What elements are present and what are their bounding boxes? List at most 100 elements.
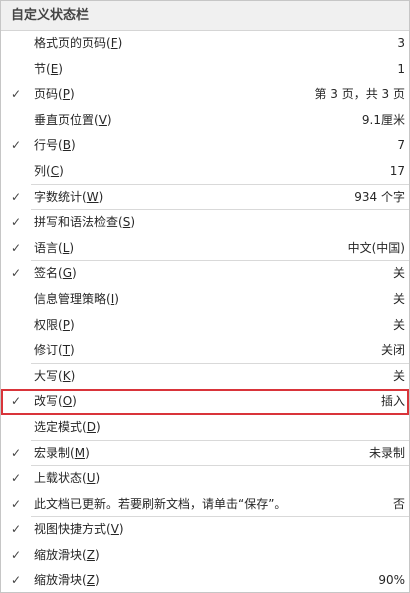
accelerator-key: Z [86, 547, 95, 562]
menu-item-label: 垂直页位置(V) [34, 108, 112, 134]
menu-item-text: 选定模式 [34, 419, 83, 434]
accelerator-paren-close: ) [69, 317, 75, 332]
accelerator-key: Z [86, 573, 95, 588]
accelerator-paren-close: ) [98, 189, 104, 204]
menu-item-label: 选定模式(D) [34, 415, 101, 441]
accelerator-paren-close: ) [72, 394, 77, 409]
accelerator-paren-close: ) [130, 215, 136, 230]
menu-item-label: 视图快捷方式(V) [34, 517, 124, 543]
menu-item-label: 列(C) [34, 159, 64, 185]
checkmark-icon: ✓ [10, 394, 22, 409]
menu-item-text: 格式页的页码 [34, 36, 107, 50]
accelerator-key: B [62, 138, 71, 153]
menu-item-text: 视图快捷方式 [34, 522, 107, 537]
checkmark-icon: ✓ [10, 471, 22, 486]
menu-item[interactable]: 垂直页位置(V) 9.1厘米 [1, 108, 409, 134]
menu-item[interactable]: ✓ 缩放滑块(Z) [1, 543, 409, 569]
menu-item-label: 语言(L) [34, 236, 74, 262]
menu-item[interactable]: ✓ 改写(O) 插入 [1, 389, 409, 415]
accelerator-paren-close: ) [70, 138, 76, 153]
menu-item-value: 插入 [380, 394, 405, 409]
menu-item[interactable]: 格式页的页码(F) 3 [1, 31, 409, 57]
menu-item-label: 宏录制(M) [34, 441, 90, 467]
accelerator-paren-close: ) [70, 343, 75, 358]
checkmark-icon: ✓ [10, 266, 22, 281]
menu-item[interactable]: ✓ 行号(B) 7 [1, 133, 409, 159]
accelerator-key: U [86, 471, 96, 486]
menu-item[interactable]: ✓ 页码(P) 第 3 页，共 3 页 [1, 82, 409, 108]
menu-item-label: 权限(P) [34, 313, 75, 339]
menu-item-value: 未录制 [368, 445, 405, 460]
menu-item-text: 大写 [34, 368, 59, 383]
menu-item[interactable]: 选定模式(D) [1, 415, 409, 441]
menu-item-text: 行号 [34, 138, 59, 153]
menu-item[interactable]: 权限(P) 关 [1, 313, 409, 339]
accelerator-paren-close: ) [106, 112, 112, 127]
menu-item[interactable]: 修订(T) 关闭 [1, 338, 409, 364]
menu-item[interactable]: ✓ 上载状态(U) [1, 466, 409, 492]
accelerator-paren-close: ) [58, 61, 63, 76]
menu-item-label: 页码(P) [34, 82, 75, 108]
menu-item-value: 90% [378, 573, 405, 588]
menu-item-label: 大写(K) [34, 364, 75, 390]
menu-item-text: 信息管理策略 [34, 291, 107, 306]
menu-item[interactable]: ✓ 视图快捷方式(V) [1, 517, 409, 543]
menu-item[interactable]: ✓ 缩放滑块(Z) 90% [1, 568, 409, 593]
checkmark-icon: ✓ [10, 496, 22, 511]
menu-item[interactable]: ✓ 字数统计(W) 934 个字 [1, 185, 409, 211]
menu-item[interactable]: 节(E) 1 [1, 57, 409, 83]
checkmark-icon: ✓ [10, 215, 22, 230]
menu-item-label: 拼写和语法检查(S) [34, 210, 135, 236]
menu-item[interactable]: ✓ 拼写和语法检查(S) [1, 210, 409, 236]
menu-item-label: 信息管理策略(I) [34, 287, 119, 313]
accelerator-paren-close: ) [69, 240, 75, 255]
accelerator-key: T [62, 343, 71, 358]
menu-item[interactable]: ✓ 此文档已更新。若要刷新文档，请单击“保存”。 否 [1, 492, 409, 518]
menu-item-value: 17 [389, 163, 405, 178]
menu-item-label: 上载状态(U) [34, 466, 100, 492]
menu-item-value: 934 个字 [354, 189, 405, 204]
menu-item-text: 修订 [34, 343, 59, 358]
accelerator-key: D [86, 419, 96, 434]
menu-item[interactable]: ✓ 语言(L) 中文(中国) [1, 236, 409, 262]
accelerator-key: P [62, 317, 70, 332]
menu-item-text: 列 [34, 163, 47, 178]
menu-item-value: 第 3 页，共 3 页 [314, 87, 405, 102]
menu-item[interactable]: 大写(K) 关 [1, 364, 409, 390]
checkmark-icon: ✓ [10, 522, 22, 537]
accelerator-key: P [62, 87, 70, 102]
accelerator-paren-close: ) [114, 291, 119, 306]
checkmark-icon: ✓ [10, 547, 22, 562]
accelerator-key: F [110, 36, 118, 50]
menu-item[interactable]: 信息管理策略(I) 关 [1, 287, 409, 313]
menu-item-text: 语言 [34, 240, 59, 255]
menu-item-label: 改写(O) [34, 389, 77, 415]
menu-item-label: 字数统计(W) [34, 185, 103, 211]
menu-item-value: 关闭 [380, 343, 405, 358]
menu-item-value: 3 [397, 36, 405, 50]
menu-item-text: 宏录制 [34, 445, 71, 460]
menu-item-text: 垂直页位置 [34, 112, 95, 127]
checkmark-icon: ✓ [10, 240, 22, 255]
checkmark-icon: ✓ [10, 138, 22, 153]
menu-item[interactable]: 列(C) 17 [1, 159, 409, 185]
checkmark-icon: ✓ [10, 445, 22, 460]
menu-item-value: 中文(中国) [347, 240, 405, 255]
accelerator-paren-close: ) [94, 573, 100, 588]
menu-item-value: 9.1厘米 [361, 112, 405, 127]
checkmark-icon: ✓ [10, 189, 22, 204]
menu-item-value: 关 [392, 266, 405, 281]
menu-item[interactable]: ✓ 签名(G) 关 [1, 261, 409, 287]
menu-item-value: 关 [392, 317, 405, 332]
accelerator-paren-close: ) [69, 87, 75, 102]
menu-item-value: 1 [397, 61, 405, 76]
menu-item[interactable]: ✓ 宏录制(M) 未录制 [1, 441, 409, 467]
menu-item-label: 缩放滑块(Z) [34, 568, 100, 593]
customize-status-bar-menu: 自定义状态栏 格式页的页码(F) 3 节(E) 1 ✓ 页码(P) 第 3 页，共 3 页垂… [0, 0, 410, 593]
menu-item-text: 缩放滑块 [34, 547, 83, 562]
menu-item-label: 此文档已更新。若要刷新文档，请单击“保存”。 [34, 492, 286, 518]
menu-item-text: 改写 [34, 394, 59, 409]
accelerator-key: V [98, 112, 107, 127]
menu-item-value: 7 [397, 138, 405, 153]
menu-item-label: 签名(G) [34, 261, 77, 287]
